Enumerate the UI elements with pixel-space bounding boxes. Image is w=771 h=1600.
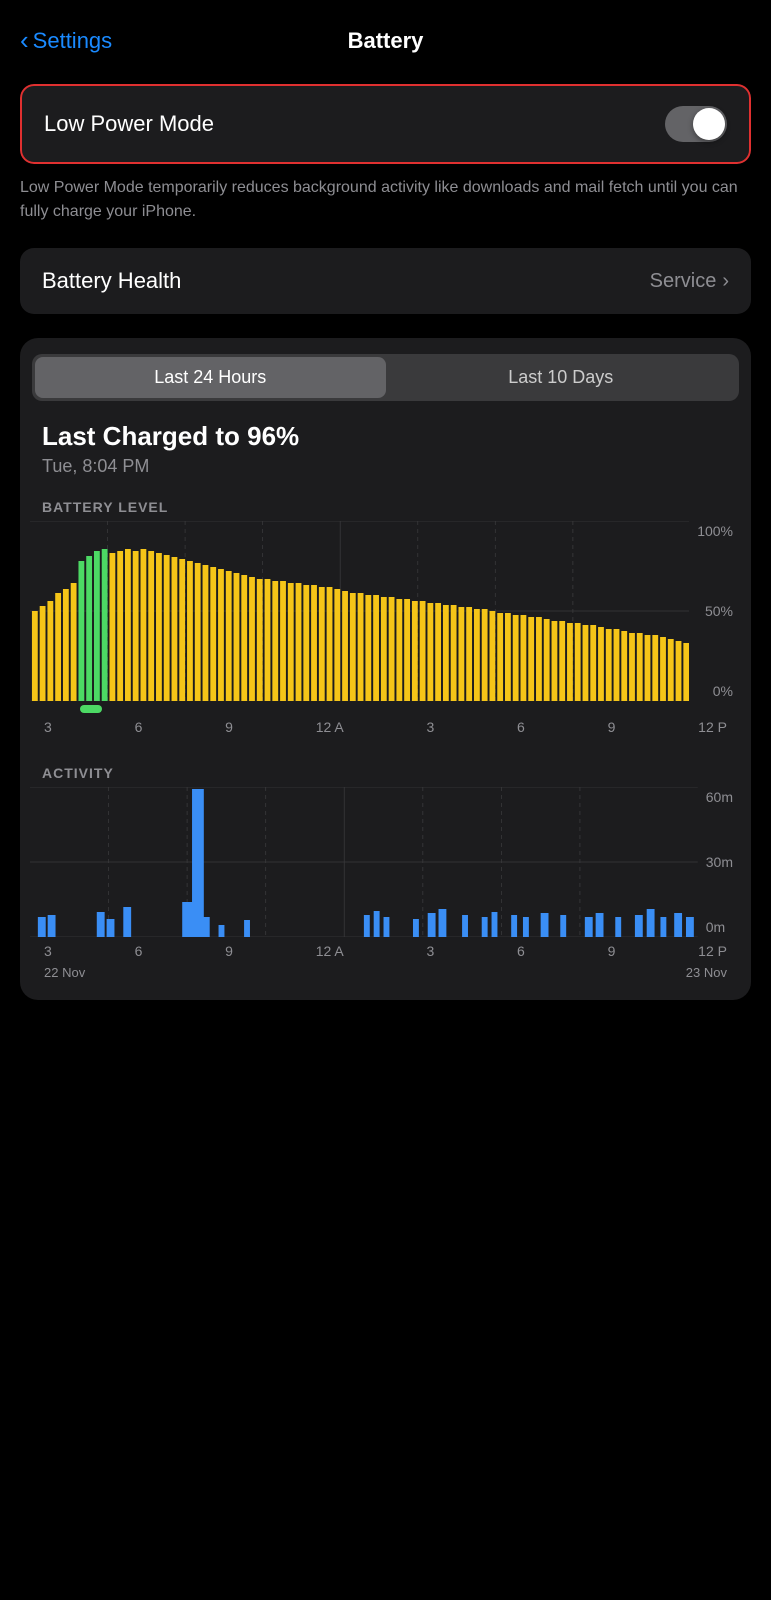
tab-24hours[interactable]: Last 24 Hours [35,357,386,398]
act-x-3: 3 [44,943,52,959]
battery-health-status: Service [650,270,717,293]
activity-x-labels: 3 6 9 12 A 3 6 9 12 P [30,937,741,959]
act-x-3p: 3 [426,943,434,959]
low-power-mode-description: Low Power Mode temporarily reduces backg… [20,176,751,224]
y-label-100: 100% [697,523,733,539]
y-label-50: 50% [705,603,733,619]
x-label-9am: 9 [225,719,233,735]
date-labels: 22 Nov 23 Nov [30,959,741,980]
low-power-mode-row[interactable]: Low Power Mode [20,84,751,164]
date-label-left: 22 Nov [44,965,85,980]
battery-health-card: Battery Health Service › [20,248,751,314]
activity-y-30: 30m [706,854,733,870]
act-x-9p: 9 [608,943,616,959]
act-x-6: 6 [135,943,143,959]
toggle-knob [693,108,725,140]
x-label-3am: 3 [44,719,52,735]
x-label-12a: 12 A [316,719,344,735]
x-label-6am: 6 [135,719,143,735]
activity-y-60: 60m [706,789,733,805]
date-label-right: 23 Nov [686,965,727,980]
battery-level-section: BATTERY LEVEL [20,499,751,735]
battery-x-labels: 3 6 9 12 A 3 6 9 12 P [30,713,741,735]
usage-card: Last 24 Hours Last 10 Days Last Charged … [20,338,751,1000]
act-x-6p: 6 [517,943,525,959]
back-chevron-icon: ‹ [20,27,29,53]
header: ‹ Settings Battery [0,0,771,74]
act-x-9: 9 [225,943,233,959]
charge-subtitle: Tue, 8:04 PM [42,456,729,477]
tab-bar: Last 24 Hours Last 10 Days [32,354,739,401]
act-x-12a: 12 A [316,943,344,959]
low-power-mode-card: Low Power Mode [20,84,751,164]
activity-chart-label: ACTIVITY [30,765,741,781]
back-button[interactable]: ‹ Settings [20,28,112,54]
battery-health-label: Battery Health [42,268,181,294]
x-label-6pm: 6 [517,719,525,735]
y-label-0: 0% [713,683,733,699]
charging-indicator-row [30,701,741,713]
tab-10days[interactable]: Last 10 Days [386,357,737,398]
battery-level-chart [30,521,689,701]
x-label-12p: 12 P [698,719,727,735]
x-label-9pm: 9 [608,719,616,735]
low-power-mode-toggle[interactable] [665,106,727,142]
act-x-12p: 12 P [698,943,727,959]
back-label: Settings [33,28,113,54]
x-label-3pm: 3 [426,719,434,735]
charging-indicator [80,705,102,713]
page-title: Battery [348,28,424,54]
charge-info: Last Charged to 96% Tue, 8:04 PM [20,401,751,483]
activity-y-labels: 60m 30m 0m [698,787,741,937]
charge-title: Last Charged to 96% [42,421,729,452]
battery-health-right: Service › [650,270,729,293]
activity-y-0: 0m [706,919,733,935]
activity-chart [30,787,698,937]
low-power-mode-label: Low Power Mode [44,111,214,137]
activity-section: ACTIVITY [20,765,751,980]
battery-level-chart-label: BATTERY LEVEL [30,499,741,515]
battery-health-chevron-icon: › [722,270,729,293]
battery-y-labels: 100% 50% 0% [689,521,741,701]
battery-health-row[interactable]: Battery Health Service › [20,248,751,314]
